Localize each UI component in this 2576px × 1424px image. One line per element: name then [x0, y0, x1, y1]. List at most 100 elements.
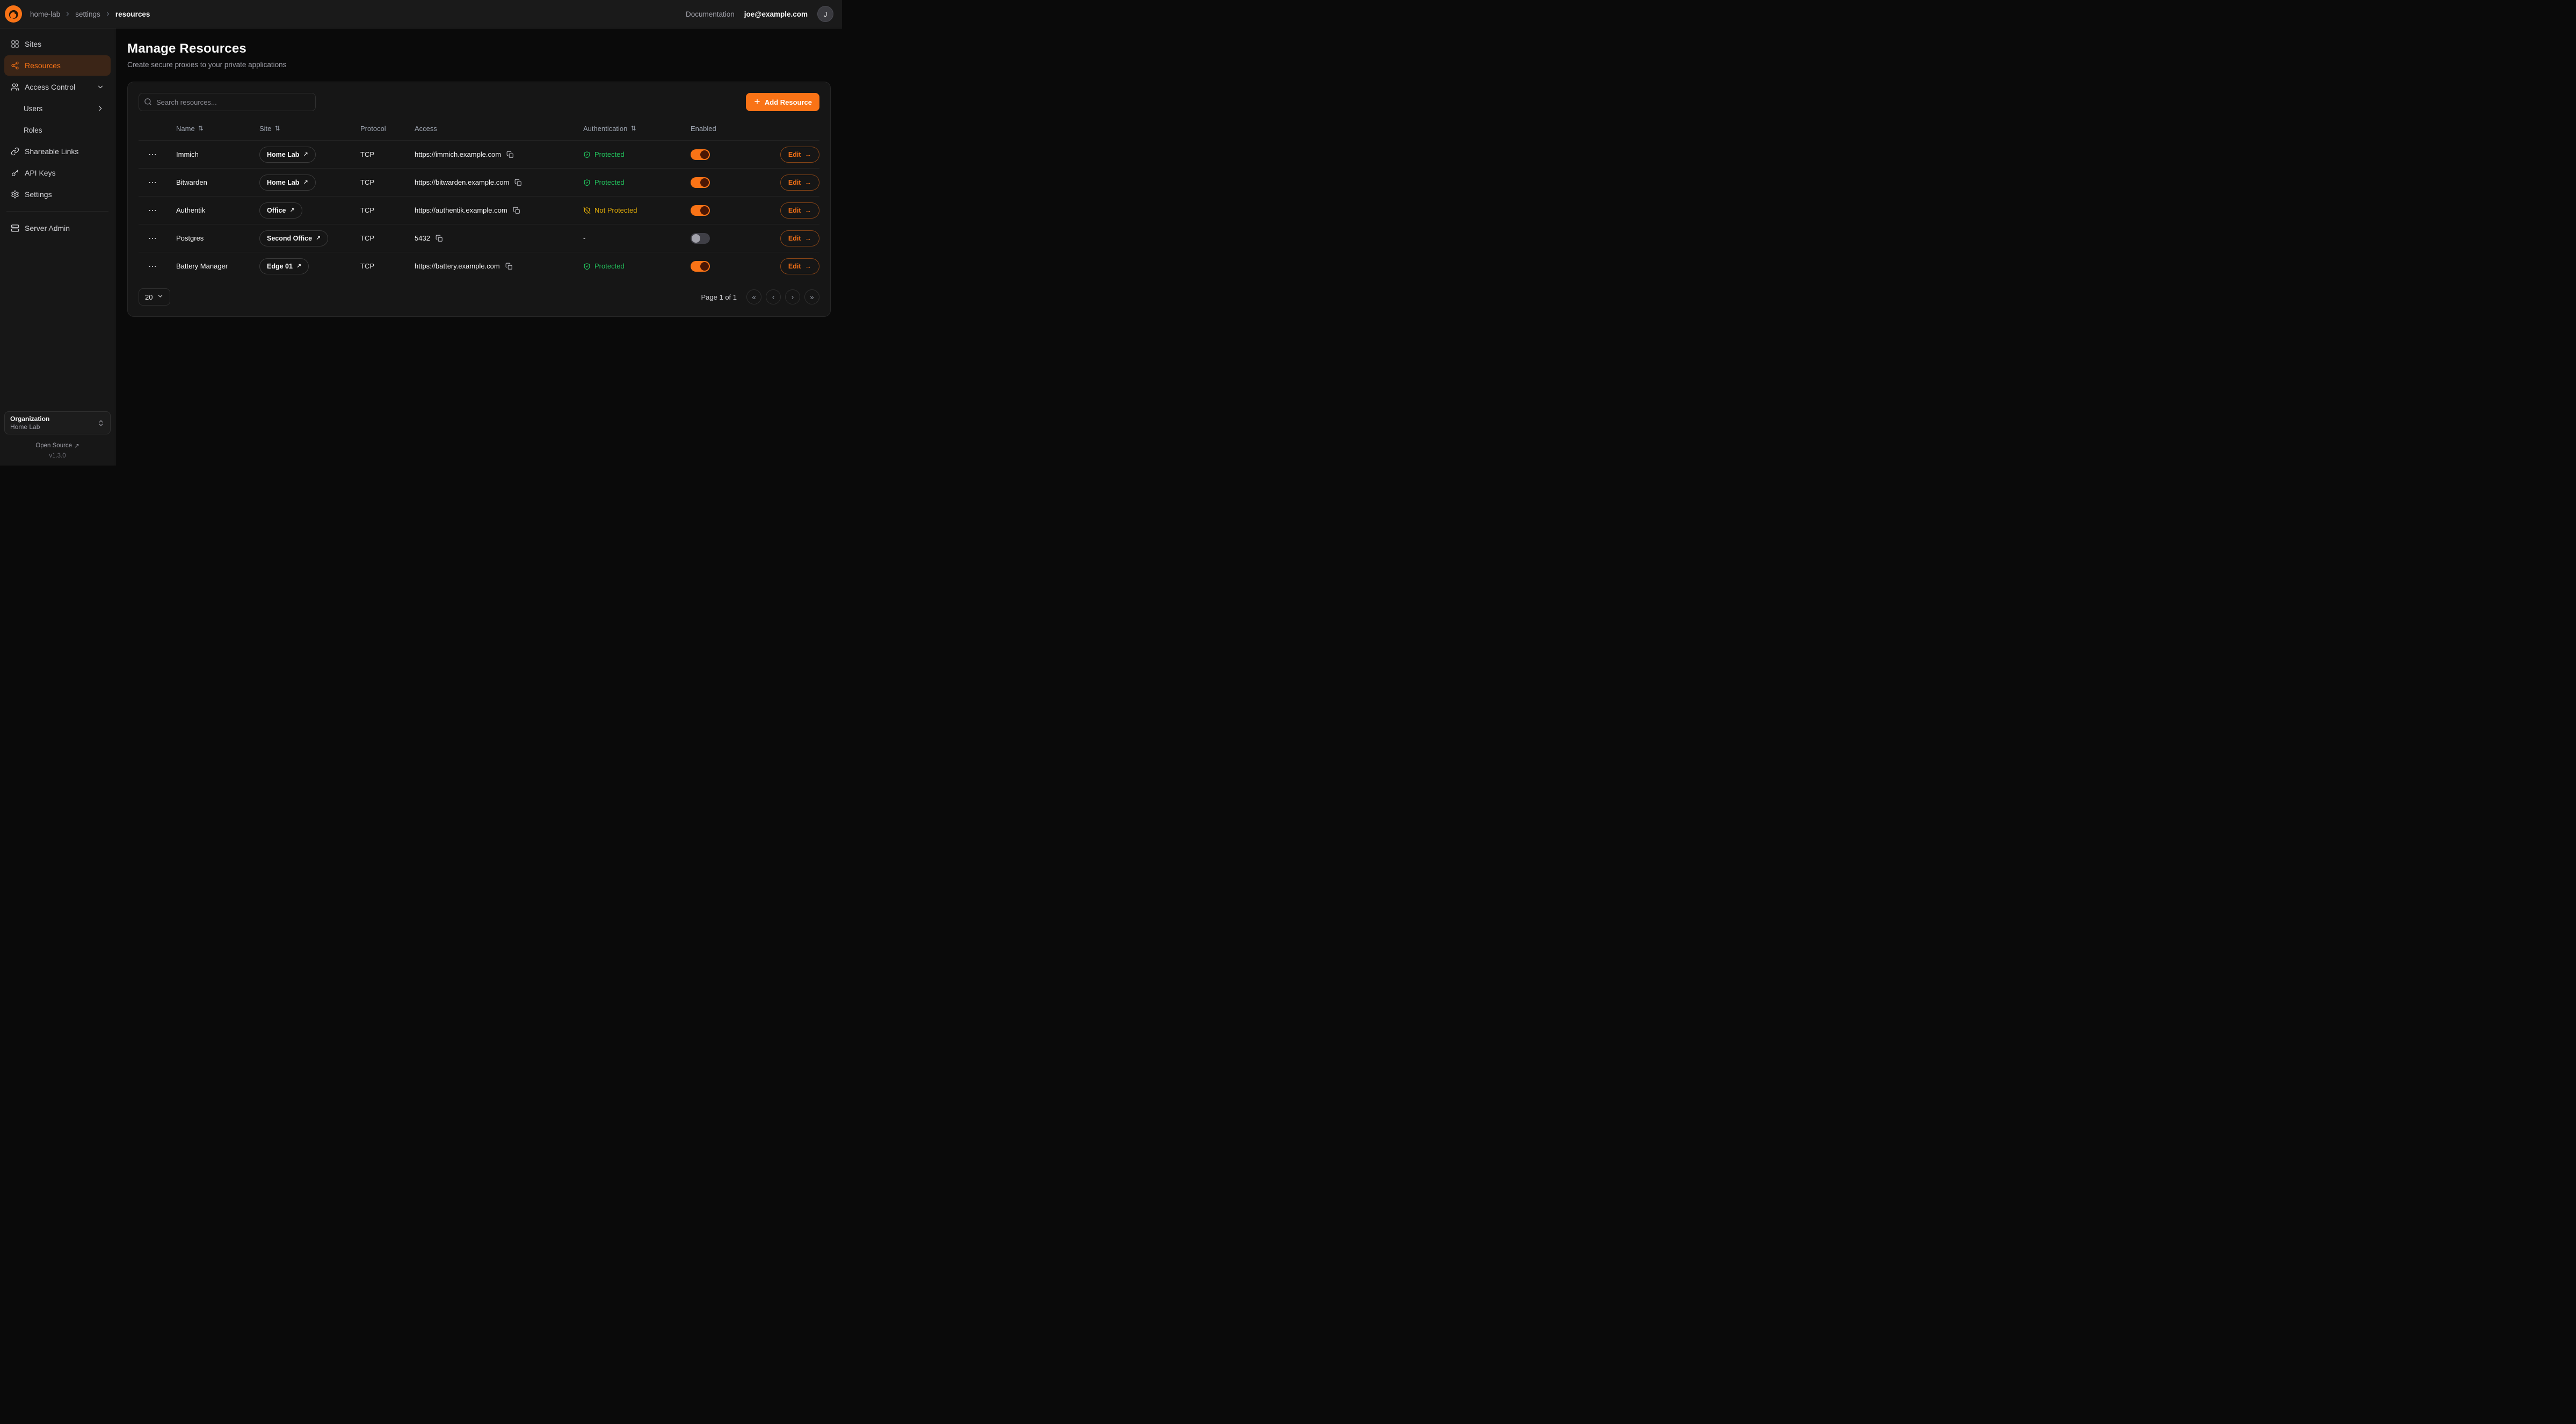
- first-page-button[interactable]: «: [746, 289, 761, 304]
- user-email: joe@example.com: [744, 10, 808, 18]
- edit-button[interactable]: Edit→: [780, 202, 819, 219]
- access-url: 5432: [415, 234, 430, 242]
- site-link[interactable]: Office↗: [259, 202, 302, 219]
- sort-by-authentication[interactable]: Authentication⇅: [583, 125, 691, 133]
- add-resource-button[interactable]: Add Resource: [746, 93, 819, 111]
- organization-value: Home Lab: [10, 423, 49, 431]
- sidebar-item-access-control[interactable]: Access Control: [4, 77, 111, 97]
- auth-status: Protected: [583, 262, 691, 270]
- resource-name: Authentik: [176, 206, 259, 214]
- shield-check-icon: [583, 151, 591, 158]
- row-menu-button[interactable]: ⋯: [139, 233, 176, 244]
- sort-icon: ⇅: [274, 125, 280, 132]
- sidebar-item-server-admin[interactable]: Server Admin: [4, 218, 111, 238]
- edit-button[interactable]: Edit→: [780, 147, 819, 163]
- arrow-right-icon: →: [805, 263, 812, 270]
- documentation-link[interactable]: Documentation: [686, 10, 735, 18]
- sort-icon: ⇅: [198, 125, 204, 132]
- sidebar-item-label: Users: [24, 105, 42, 113]
- next-page-button[interactable]: ›: [785, 289, 800, 304]
- breadcrumb-home-lab[interactable]: home-lab: [30, 10, 60, 18]
- breadcrumb-settings[interactable]: settings: [75, 10, 100, 18]
- resource-name: Bitwarden: [176, 178, 259, 186]
- sidebar-item-label: Server Admin: [25, 224, 70, 233]
- sidebar-item-sites[interactable]: Sites: [4, 34, 111, 54]
- arrow-right-icon: →: [805, 235, 812, 242]
- site-link[interactable]: Second Office↗: [259, 230, 328, 246]
- enabled-toggle[interactable]: [691, 233, 710, 244]
- arrow-right-icon: →: [805, 179, 812, 186]
- waypoints-icon: [11, 61, 19, 70]
- avatar[interactable]: J: [817, 6, 833, 22]
- site-link[interactable]: Home Lab↗: [259, 175, 316, 191]
- resource-name: Postgres: [176, 234, 259, 242]
- edit-button[interactable]: Edit→: [780, 230, 819, 246]
- sidebar-item-roles[interactable]: Roles: [4, 120, 111, 140]
- copy-icon[interactable]: [512, 206, 521, 215]
- page-subtitle: Create secure proxies to your private ap…: [127, 61, 830, 69]
- page-info: Page 1 of 1: [701, 293, 737, 301]
- enabled-toggle[interactable]: [691, 205, 710, 216]
- organization-select[interactable]: Organization Home Lab: [4, 411, 111, 434]
- protocol: TCP: [360, 150, 415, 158]
- sidebar-item-label: Shareable Links: [25, 147, 78, 156]
- sort-by-name[interactable]: Name⇅: [176, 125, 259, 133]
- shield-check-icon: [583, 179, 591, 186]
- site-link[interactable]: Edge 01↗: [259, 258, 309, 274]
- chevron-down-icon: [157, 293, 164, 301]
- header-protocol: Protocol: [360, 125, 415, 133]
- protocol: TCP: [360, 234, 415, 242]
- access-url: https://battery.example.com: [415, 262, 500, 270]
- edit-button[interactable]: Edit→: [780, 175, 819, 191]
- auth-status: Protected: [583, 178, 691, 186]
- row-menu-button[interactable]: ⋯: [139, 177, 176, 188]
- enabled-toggle[interactable]: [691, 149, 710, 160]
- sidebar-item-users[interactable]: Users: [4, 98, 111, 119]
- table-footer: 20 Page 1 of 1 « ‹ › »: [139, 288, 819, 306]
- copy-icon[interactable]: [513, 178, 523, 187]
- site-link[interactable]: Home Lab↗: [259, 147, 316, 163]
- external-link-icon: ↗: [316, 235, 321, 242]
- sidebar-divider: [6, 211, 108, 212]
- resource-name: Battery Manager: [176, 262, 259, 270]
- sidebar-item-shareable-links[interactable]: Shareable Links: [4, 141, 111, 162]
- enabled-toggle[interactable]: [691, 177, 710, 188]
- sidebar-item-settings[interactable]: Settings: [4, 184, 111, 205]
- sidebar-item-label: API Keys: [25, 169, 56, 177]
- copy-icon[interactable]: [505, 150, 515, 159]
- row-menu-button[interactable]: ⋯: [139, 149, 176, 160]
- key-icon: [11, 169, 19, 177]
- sidebar-item-label: Resources: [25, 61, 61, 70]
- row-menu-button[interactable]: ⋯: [139, 205, 176, 216]
- last-page-button[interactable]: »: [804, 289, 819, 304]
- open-source-link[interactable]: Open Source ↗: [35, 442, 79, 449]
- enabled-toggle[interactable]: [691, 261, 710, 272]
- external-link-icon: ↗: [303, 179, 308, 186]
- chevron-right-icon: [97, 105, 104, 112]
- sidebar-item-resources[interactable]: Resources: [4, 55, 111, 76]
- sort-by-site[interactable]: Site⇅: [259, 125, 360, 133]
- sidebar-item-label: Roles: [24, 126, 42, 134]
- toggle-knob: [692, 234, 700, 243]
- prev-page-button[interactable]: ‹: [766, 289, 781, 304]
- table-row: ⋯ Bitwarden Home Lab↗ TCP https://bitwar…: [139, 168, 819, 196]
- sidebar-nav: Sites Resources Access Control Users: [4, 34, 111, 238]
- copy-icon[interactable]: [434, 234, 444, 243]
- app-root: home-lab settings resources Documentatio…: [0, 0, 842, 466]
- edit-button[interactable]: Edit→: [780, 258, 819, 274]
- pangolin-logo: [4, 5, 23, 23]
- chevron-right-icon: [64, 11, 71, 17]
- page-size-select[interactable]: 20: [139, 288, 170, 306]
- breadcrumb: home-lab settings resources: [30, 10, 150, 18]
- access-url: https://bitwarden.example.com: [415, 178, 509, 186]
- row-menu-button[interactable]: ⋯: [139, 261, 176, 272]
- sidebar-item-api-keys[interactable]: API Keys: [4, 163, 111, 183]
- copy-icon[interactable]: [504, 261, 514, 271]
- shield-off-icon: [583, 207, 591, 214]
- breadcrumb-resources: resources: [115, 10, 150, 18]
- external-link-icon: ↗: [296, 263, 301, 270]
- search-icon: [144, 98, 152, 107]
- search-input[interactable]: [139, 93, 316, 111]
- external-link-icon: ↗: [303, 151, 308, 158]
- toggle-knob: [700, 262, 709, 271]
